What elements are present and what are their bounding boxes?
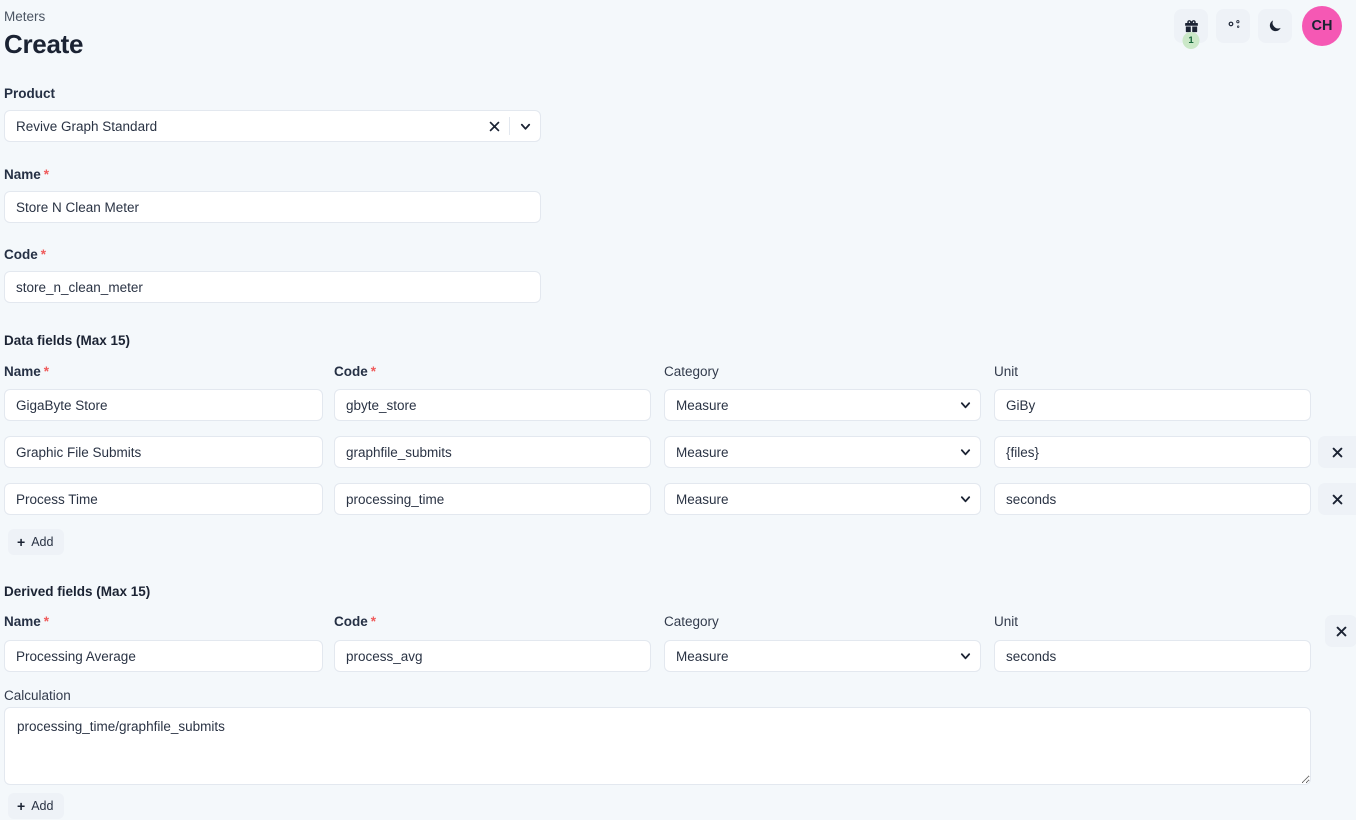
data-fields-col-category: Category bbox=[664, 364, 719, 379]
data-fields-section-title: Data fields (Max 15) bbox=[4, 333, 131, 348]
close-icon bbox=[1336, 626, 1346, 636]
name-field-group: Name * bbox=[4, 166, 541, 223]
data-fields-col-name-text: Name bbox=[4, 364, 41, 379]
data-field-code-input[interactable] bbox=[334, 436, 651, 468]
data-fields-col-code-text: Code bbox=[334, 364, 368, 379]
chevron-down-icon bbox=[520, 123, 530, 130]
code-label-text: Code bbox=[4, 247, 38, 262]
data-field-code-input[interactable] bbox=[334, 483, 651, 515]
name-input[interactable] bbox=[4, 191, 541, 223]
settings-button[interactable] bbox=[1216, 9, 1250, 43]
derived-field-code-input[interactable] bbox=[334, 640, 651, 672]
add-data-field-button[interactable]: + Add bbox=[8, 529, 65, 555]
page-header: Meters Create 1 CH bbox=[0, 0, 1356, 62]
derived-fields-col-name: Name * bbox=[4, 613, 323, 630]
data-field-code-input[interactable] bbox=[334, 389, 651, 421]
data-field-name-input[interactable] bbox=[4, 483, 323, 515]
name-label: Name * bbox=[4, 166, 541, 183]
add-data-field-label: Add bbox=[31, 535, 54, 549]
delete-data-field-button[interactable] bbox=[1318, 436, 1356, 468]
product-select[interactable]: Revive Graph Standard bbox=[4, 110, 541, 142]
product-field-group: Product Revive Graph Standard bbox=[4, 85, 541, 142]
code-label: Code * bbox=[4, 246, 541, 263]
derived-fields-col-name-required: * bbox=[43, 614, 50, 629]
clear-selection-button[interactable] bbox=[479, 111, 509, 141]
plus-icon: + bbox=[17, 798, 26, 814]
close-icon bbox=[489, 121, 499, 131]
data-field-unit-input[interactable] bbox=[994, 483, 1311, 515]
data-fields-col-name: Name * bbox=[4, 363, 323, 380]
data-fields-col-name-required: * bbox=[43, 364, 50, 379]
derived-field-category-select[interactable]: Measure bbox=[664, 640, 981, 672]
product-label: Product bbox=[4, 86, 56, 101]
plus-icon: + bbox=[17, 534, 26, 550]
table-row: Measure bbox=[0, 389, 1356, 421]
header-actions: 1 CH bbox=[1174, 6, 1342, 49]
meter-create-page: Meters Create 1 CH Product Revive Graph … bbox=[0, 0, 1356, 820]
data-field-name-input[interactable] bbox=[4, 389, 323, 421]
avatar[interactable]: CH bbox=[1302, 6, 1342, 46]
page-title: Create bbox=[4, 29, 84, 59]
derived-fields-col-code-text: Code bbox=[334, 614, 368, 629]
calculation-label: Calculation bbox=[4, 688, 71, 703]
derived-field-name-input[interactable] bbox=[4, 640, 323, 672]
data-field-unit-input[interactable] bbox=[994, 389, 1311, 421]
table-row: Measure bbox=[0, 640, 1356, 672]
calculation-textarea[interactable]: processing_time/graphfile_submits bbox=[4, 707, 1311, 785]
data-field-category-select[interactable]: Measure bbox=[664, 483, 981, 515]
cogs-icon bbox=[1224, 17, 1242, 35]
code-input[interactable] bbox=[4, 271, 541, 303]
derived-fields-col-category: Category bbox=[664, 614, 719, 629]
moon-icon bbox=[1267, 18, 1283, 34]
data-fields-col-unit: Unit bbox=[994, 364, 1019, 379]
product-selected-value: Revive Graph Standard bbox=[16, 118, 158, 134]
close-icon bbox=[1332, 447, 1342, 457]
data-field-unit-input[interactable] bbox=[994, 436, 1311, 468]
add-derived-field-button[interactable]: + Add bbox=[8, 793, 65, 819]
data-field-category-select[interactable]: Measure bbox=[664, 436, 981, 468]
data-field-name-input[interactable] bbox=[4, 436, 323, 468]
data-field-category-select[interactable]: Measure bbox=[664, 389, 981, 421]
name-required-marker: * bbox=[43, 167, 50, 182]
close-icon bbox=[1332, 494, 1342, 504]
code-required-marker: * bbox=[40, 247, 47, 262]
derived-fields-col-code-required: * bbox=[370, 614, 377, 629]
add-derived-field-label: Add bbox=[31, 799, 54, 813]
derived-fields-col-name-text: Name bbox=[4, 614, 41, 629]
table-row: Measure bbox=[0, 436, 1356, 468]
gift-button[interactable]: 1 bbox=[1174, 9, 1208, 49]
dark-mode-button[interactable] bbox=[1258, 9, 1292, 43]
derived-fields-section-title: Derived fields (Max 15) bbox=[4, 584, 151, 599]
name-label-text: Name bbox=[4, 167, 41, 182]
data-fields-col-code: Code * bbox=[334, 363, 651, 380]
delete-data-field-button[interactable] bbox=[1318, 483, 1356, 515]
product-dropdown-toggle[interactable] bbox=[510, 111, 540, 141]
data-fields-col-code-required: * bbox=[370, 364, 377, 379]
code-field-group: Code * bbox=[4, 246, 541, 303]
delete-derived-field-button[interactable] bbox=[1325, 615, 1356, 647]
gift-badge-count: 1 bbox=[1182, 32, 1200, 49]
breadcrumb[interactable]: Meters bbox=[4, 8, 45, 25]
derived-fields-col-code: Code * bbox=[334, 613, 651, 630]
table-row: Measure bbox=[0, 483, 1356, 515]
derived-fields-col-unit: Unit bbox=[994, 614, 1019, 629]
derived-field-unit-input[interactable] bbox=[994, 640, 1311, 672]
